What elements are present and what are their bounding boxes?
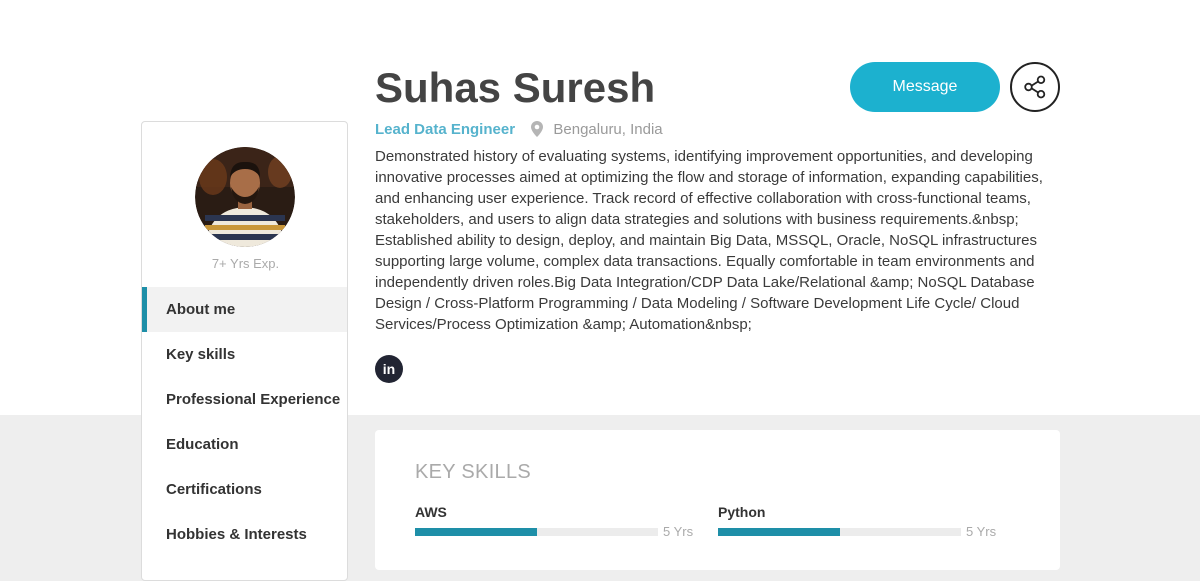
key-skills-heading: KEY SKILLS — [415, 461, 532, 483]
skill-progress-track — [415, 528, 658, 536]
sidebar-item-hobbies-interests[interactable]: Hobbies & Interests — [142, 512, 347, 557]
sidebar-item-about-me[interactable]: About me — [142, 287, 347, 332]
skill-progress-fill — [415, 528, 537, 536]
skill-progress-fill — [718, 528, 840, 536]
profile-location: Bengaluru, India — [553, 121, 663, 138]
avatar-image — [195, 147, 295, 247]
linkedin-icon[interactable]: in — [375, 355, 403, 383]
skill-item-python: Python 5 Yrs — [718, 504, 998, 544]
key-skills-card: KEY SKILLS AWS 5 Yrs Python 5 Yrs — [375, 430, 1060, 570]
sidebar-item-education[interactable]: Education — [142, 422, 347, 467]
profile-sidebar: 7+ Yrs Exp. About me Key skills Professi… — [141, 121, 348, 581]
skill-progress-track — [718, 528, 961, 536]
skill-name: Python — [718, 504, 766, 520]
share-button[interactable] — [1010, 62, 1060, 112]
skill-years: 5 Yrs — [966, 524, 997, 539]
skill-name: AWS — [415, 504, 447, 520]
share-icon — [1024, 75, 1046, 99]
sidebar-item-key-skills[interactable]: Key skills — [142, 332, 347, 377]
avatar — [195, 147, 295, 247]
profile-title-row: Lead Data Engineer Bengaluru, India — [375, 120, 663, 140]
profile-name: Suhas Suresh — [375, 64, 656, 111]
sidebar-item-certifications[interactable]: Certifications — [142, 467, 347, 512]
profile-summary: Demonstrated history of evaluating syste… — [375, 148, 1043, 333]
sidebar-item-professional-experience[interactable]: Professional Experience — [142, 377, 347, 422]
experience-years: 7+ Yrs Exp. — [211, 256, 280, 271]
profile-role: Lead Data Engineer — [375, 121, 516, 138]
skill-item-aws: AWS 5 Yrs — [415, 504, 695, 544]
message-button[interactable]: Message — [850, 62, 1000, 112]
location-pin-icon — [531, 121, 544, 143]
skill-years: 5 Yrs — [663, 524, 694, 539]
sidebar-nav: About me Key skills Professional Experie… — [142, 287, 347, 557]
